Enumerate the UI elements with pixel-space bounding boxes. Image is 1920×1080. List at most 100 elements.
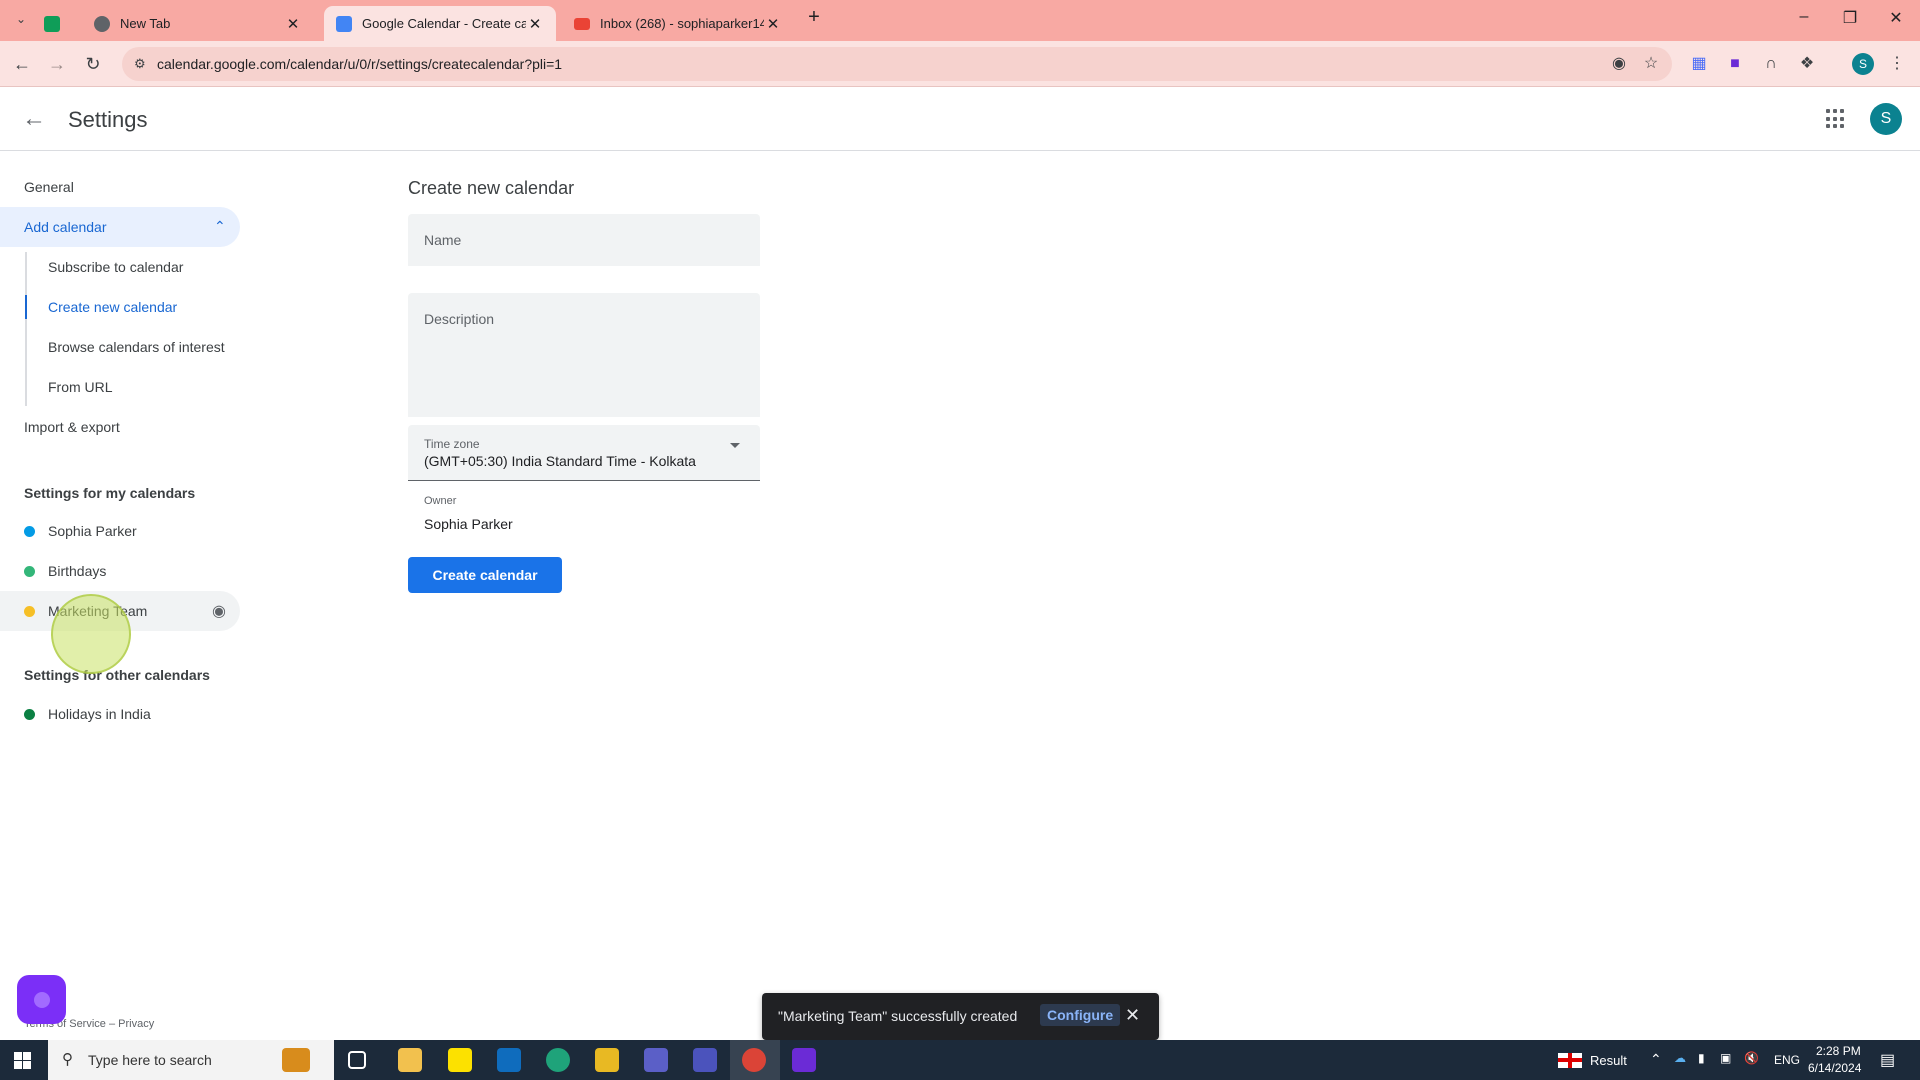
name-field[interactable]: Name: [408, 214, 760, 266]
chevron-up-icon: ⌃: [214, 218, 226, 234]
edge-icon[interactable]: [546, 1048, 570, 1072]
back-icon[interactable]: ←: [9, 51, 35, 77]
briefcase-icon[interactable]: [282, 1048, 310, 1072]
calendar-color-dot: [24, 708, 35, 720]
extension-purple-icon[interactable]: ■: [1724, 53, 1746, 75]
other-calendars-heading: Settings for other calendars: [24, 667, 210, 683]
owner-value: Sophia Parker: [424, 516, 513, 532]
configure-button[interactable]: Configure: [1040, 1004, 1121, 1026]
battery-icon[interactable]: ▮: [1698, 1051, 1705, 1065]
sidebar-item-create-new-calendar[interactable]: Create new calendar: [0, 287, 240, 327]
search-icon: ⚲: [62, 1051, 73, 1068]
assistant-bubble-icon[interactable]: [17, 975, 66, 1024]
owner-label: Owner: [424, 495, 457, 507]
snackbar: "Marketing Team" successfully created Co…: [762, 993, 1159, 1040]
extension-doc-icon[interactable]: ▦: [1688, 53, 1710, 75]
tab-google-calendar[interactable]: Google Calendar - Create calen ✕: [324, 6, 556, 41]
google-apps-icon[interactable]: [1826, 109, 1846, 129]
timezone-select[interactable]: Time zone (GMT+05:30) India Standard Tim…: [408, 425, 760, 481]
close-icon[interactable]: ✕: [526, 15, 544, 33]
page-title: Settings: [68, 107, 148, 132]
clock-time[interactable]: 2:28 PM: [1816, 1044, 1861, 1058]
tray-chevron-icon[interactable]: ⌃: [1650, 1051, 1662, 1068]
name-placeholder: Name: [424, 232, 462, 248]
dropdown-arrow-icon: [730, 443, 740, 448]
taskbar-search[interactable]: ⚲ Type here to search: [48, 1040, 334, 1080]
browser-menu-icon[interactable]: ⋮: [1886, 53, 1908, 75]
site-info-icon[interactable]: ⚙: [134, 56, 146, 72]
close-icon[interactable]: ✕: [1125, 1005, 1140, 1026]
calendar-color-dot: [24, 565, 35, 577]
weather-text[interactable]: Result: [1590, 1053, 1627, 1068]
chrome-icon: [94, 15, 110, 32]
notification-icon[interactable]: ▤: [1880, 1050, 1895, 1070]
network-icon[interactable]: ▣: [1720, 1051, 1731, 1065]
reload-icon[interactable]: ↻: [80, 51, 106, 77]
calendar-name: Sophia Parker: [48, 523, 137, 539]
description-field[interactable]: Description: [408, 293, 760, 417]
onedrive-icon[interactable]: ☁: [1674, 1051, 1686, 1065]
sticky-notes-icon[interactable]: [448, 1048, 472, 1072]
extension-arc-icon[interactable]: ∩: [1760, 53, 1782, 75]
back-arrow-icon[interactable]: ←: [22, 105, 46, 133]
tab-title: Inbox (268) - sophiaparker14oc: [600, 16, 764, 31]
calendar-item-birthdays[interactable]: Birthdays: [0, 551, 240, 591]
close-icon[interactable]: ✕: [284, 15, 302, 33]
files-icon[interactable]: [595, 1048, 619, 1072]
settings-sidebar: General Add calendar ⌃ Subscribe to cale…: [0, 152, 250, 1032]
sidebar-item-label: Add calendar: [24, 219, 107, 235]
timezone-label: Time zone: [424, 437, 480, 451]
forward-icon[interactable]: →: [44, 51, 70, 77]
language-indicator[interactable]: ENG: [1774, 1053, 1800, 1067]
new-tab-button[interactable]: +: [794, 6, 834, 29]
power-automate-icon[interactable]: [644, 1048, 668, 1072]
address-bar[interactable]: ⚙ calendar.google.com/calendar/u/0/r/set…: [122, 47, 1672, 81]
calendar-item-holidays-india[interactable]: Holidays in India: [0, 694, 240, 734]
account-avatar[interactable]: S: [1870, 103, 1902, 135]
calendar-color-dot: [24, 525, 35, 537]
task-view-icon[interactable]: [348, 1051, 366, 1069]
my-calendars-heading: Settings for my calendars: [24, 485, 196, 501]
privacy-eye-icon[interactable]: ◉: [1608, 53, 1630, 75]
gmail-icon: [574, 17, 590, 30]
tab-new-tab[interactable]: New Tab ✕: [82, 6, 314, 41]
chrome-icon[interactable]: [742, 1048, 766, 1072]
browser-profile-avatar[interactable]: S: [1852, 53, 1874, 75]
sidebar-item-subscribe[interactable]: Subscribe to calendar: [0, 247, 240, 287]
purple-app-icon[interactable]: [792, 1048, 816, 1072]
windows-start-icon[interactable]: [14, 1052, 31, 1069]
clock-date[interactable]: 6/14/2024: [1808, 1061, 1861, 1075]
restore-icon[interactable]: ❐: [1830, 8, 1870, 28]
calendar-name: Holidays in India: [48, 706, 151, 722]
sidebar-item-add-calendar[interactable]: Add calendar ⌃: [0, 207, 240, 247]
sidebar-item-import-export[interactable]: Import & export: [0, 407, 240, 447]
browser-tab-bar: ⌄ New Tab ✕ Google Calendar - Create cal…: [0, 0, 1920, 41]
volume-muted-icon[interactable]: 🔇: [1744, 1051, 1759, 1065]
form-title: Create new calendar: [408, 178, 575, 198]
sidebar-item-browse-calendars[interactable]: Browse calendars of interest: [0, 327, 240, 367]
browser-toolbar: ← → ↻ ⚙ calendar.google.com/calendar/u/0…: [0, 41, 1920, 87]
weather-flag-icon: [1558, 1053, 1582, 1068]
calendar-item-sophia-parker[interactable]: Sophia Parker: [0, 511, 240, 551]
tab-search-icon[interactable]: ⌄: [8, 6, 34, 32]
outlook-icon[interactable]: [497, 1048, 521, 1072]
teams-icon[interactable]: [693, 1048, 717, 1072]
tab-sheets[interactable]: [44, 6, 60, 41]
create-calendar-button[interactable]: Create calendar: [408, 557, 562, 593]
sheets-icon: [44, 15, 60, 32]
sidebar-item-from-url[interactable]: From URL: [0, 367, 240, 407]
timezone-value: (GMT+05:30) India Standard Time - Kolkat…: [424, 453, 696, 469]
close-window-icon[interactable]: ✕: [1876, 8, 1916, 28]
tab-title: Google Calendar - Create calen: [362, 16, 526, 31]
sidebar-item-general[interactable]: General: [0, 167, 240, 207]
close-icon[interactable]: ✕: [764, 15, 782, 33]
description-placeholder: Description: [424, 311, 495, 327]
extensions-puzzle-icon[interactable]: ❖: [1796, 53, 1818, 75]
calendar-icon: [336, 15, 352, 32]
minimize-icon[interactable]: –: [1784, 8, 1824, 26]
bookmark-star-icon[interactable]: ☆: [1640, 53, 1662, 75]
visibility-eye-icon[interactable]: ◉: [212, 601, 226, 621]
calendar-color-dot: [24, 605, 35, 617]
file-explorer-icon[interactable]: [398, 1048, 422, 1072]
tab-gmail-inbox[interactable]: Inbox (268) - sophiaparker14oc ✕: [562, 6, 794, 41]
